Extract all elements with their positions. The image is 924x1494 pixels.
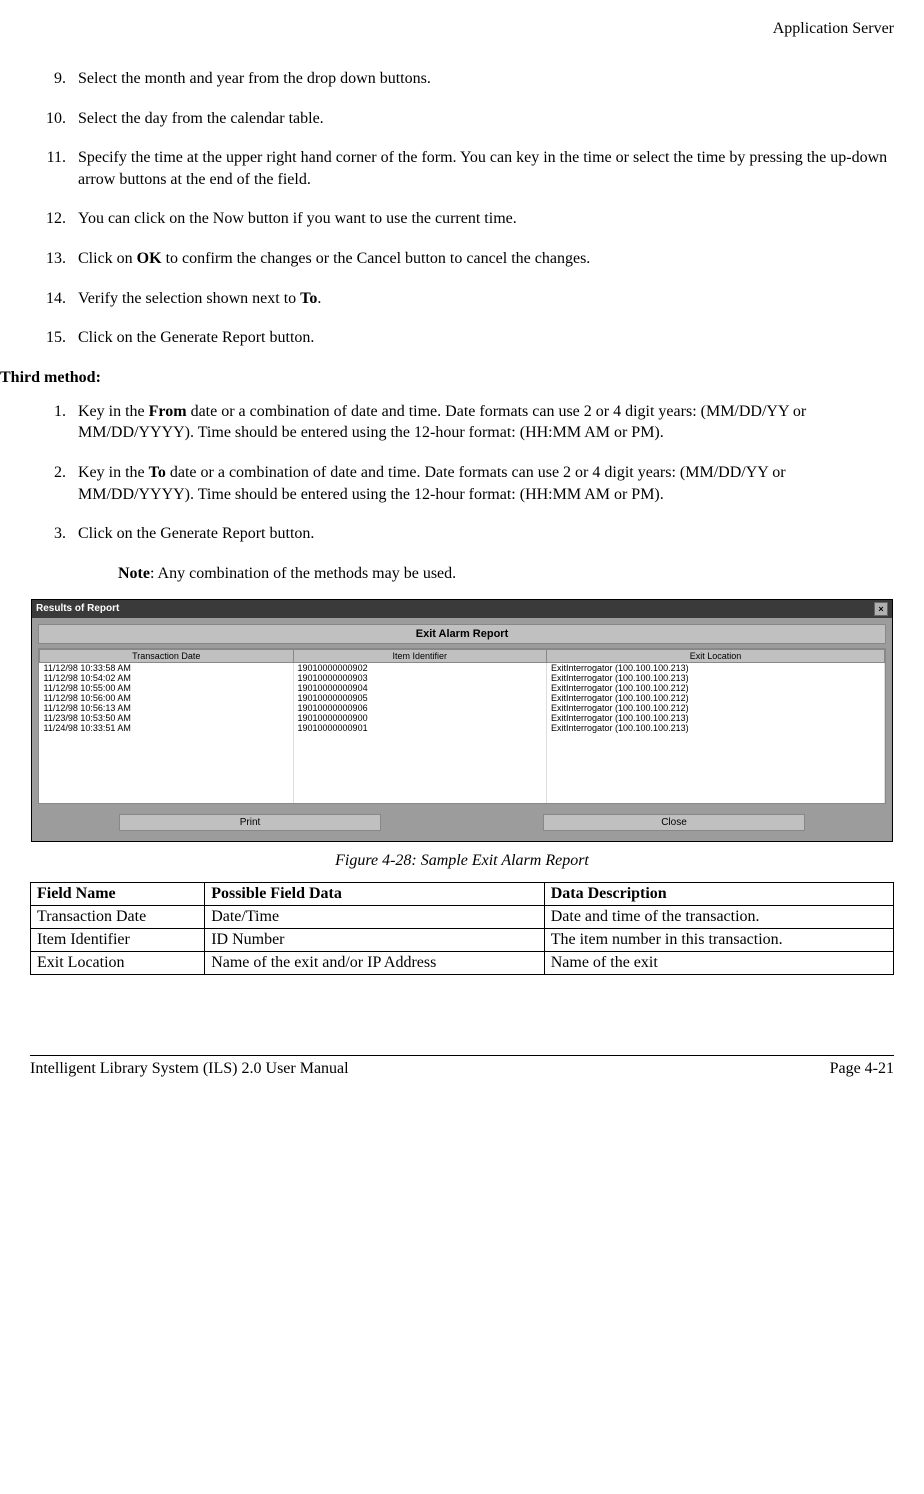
table-row: 11/12/98 10:54:02 AM19010000000903ExitIn…: [40, 673, 885, 683]
page-footer: Intelligent Library System (ILS) 2.0 Use…: [30, 1055, 894, 1078]
figure-caption: Figure 4-28: Sample Exit Alarm Report: [30, 852, 894, 870]
col-item-identifier: Item Identifier: [293, 649, 547, 662]
third-step-2-post: date or a combination of date and time. …: [78, 464, 786, 503]
report-titlebar: Results of Report ×: [32, 600, 892, 618]
step-12: You can click on the Now button if you w…: [70, 208, 894, 230]
third-method-steps-list: Key in the From date or a combination of…: [70, 401, 894, 545]
step-13-bold: OK: [137, 250, 162, 267]
close-button[interactable]: Close: [543, 814, 805, 831]
step-10: Select the day from the calendar table.: [70, 108, 894, 130]
report-rows: 11/12/98 10:33:58 AM19010000000902ExitIn…: [40, 662, 885, 803]
field-table-header-data: Possible Field Data: [205, 882, 545, 905]
col-exit-location: Exit Location: [547, 649, 885, 662]
step-13: Click on OK to confirm the changes or th…: [70, 248, 894, 270]
table-empty-space: [40, 733, 885, 803]
close-icon[interactable]: ×: [874, 602, 888, 616]
note-line: Note: Any combination of the methods may…: [118, 565, 894, 583]
note-text: : Any combination of the methods may be …: [150, 565, 456, 582]
third-step-2-bold: To: [149, 464, 166, 481]
step-15: Click on the Generate Report button.: [70, 327, 894, 349]
table-row: 11/12/98 10:55:00 AM19010000000904ExitIn…: [40, 683, 885, 693]
table-row: Exit Location Name of the exit and/or IP…: [31, 951, 894, 974]
step-14: Verify the selection shown next to To.: [70, 288, 894, 310]
report-window: Results of Report × Exit Alarm Report Tr…: [31, 599, 893, 842]
report-body: Exit Alarm Report Transaction Date Item …: [32, 618, 892, 841]
table-row: 11/12/98 10:33:58 AM19010000000902ExitIn…: [40, 662, 885, 673]
table-row: Item Identifier ID Number The item numbe…: [31, 928, 894, 951]
third-step-2: Key in the To date or a combination of d…: [70, 462, 894, 505]
col-transaction-date: Transaction Date: [40, 649, 294, 662]
report-window-title: Results of Report: [36, 603, 119, 614]
step-11: Specify the time at the upper right hand…: [70, 147, 894, 190]
report-buttons: Print Close: [38, 814, 886, 835]
step-14-pre: Verify the selection shown next to: [78, 290, 300, 307]
print-button[interactable]: Print: [119, 814, 381, 831]
table-row: 11/12/98 10:56:00 AM19010000000905ExitIn…: [40, 693, 885, 703]
table-row: 11/23/98 10:53:50 AM19010000000900ExitIn…: [40, 713, 885, 723]
footer-right: Page 4-21: [830, 1060, 894, 1078]
step-13-post: to confirm the changes or the Cancel but…: [162, 250, 591, 267]
table-row: 11/24/98 10:33:51 AM19010000000901ExitIn…: [40, 723, 885, 733]
field-table-header-desc: Data Description: [544, 882, 893, 905]
third-step-1-bold: From: [149, 403, 187, 420]
third-step-3: Click on the Generate Report button.: [70, 523, 894, 545]
step-13-pre: Click on: [78, 250, 137, 267]
third-step-1-pre: Key in the: [78, 403, 149, 420]
step-14-bold: To: [300, 290, 317, 307]
third-step-2-pre: Key in the: [78, 464, 149, 481]
third-step-1-post: date or a combination of date and time. …: [78, 403, 806, 442]
report-grid: Transaction Date Item Identifier Exit Lo…: [38, 648, 886, 804]
note-label: Note: [118, 565, 150, 582]
step-9: Select the month and year from the drop …: [70, 68, 894, 90]
primary-steps-list: Select the month and year from the drop …: [70, 68, 894, 349]
table-row: Transaction Date Date/Time Date and time…: [31, 905, 894, 928]
field-definition-table: Field Name Possible Field Data Data Desc…: [30, 882, 894, 975]
third-method-heading: Third method:: [0, 369, 894, 387]
third-step-1: Key in the From date or a combination of…: [70, 401, 894, 444]
step-14-post: .: [317, 290, 321, 307]
report-heading: Exit Alarm Report: [38, 624, 886, 644]
table-row: 11/12/98 10:56:13 AM19010000000906ExitIn…: [40, 703, 885, 713]
footer-left: Intelligent Library System (ILS) 2.0 Use…: [30, 1060, 349, 1078]
page-header: Application Server: [30, 20, 894, 38]
field-table-header-name: Field Name: [31, 882, 205, 905]
